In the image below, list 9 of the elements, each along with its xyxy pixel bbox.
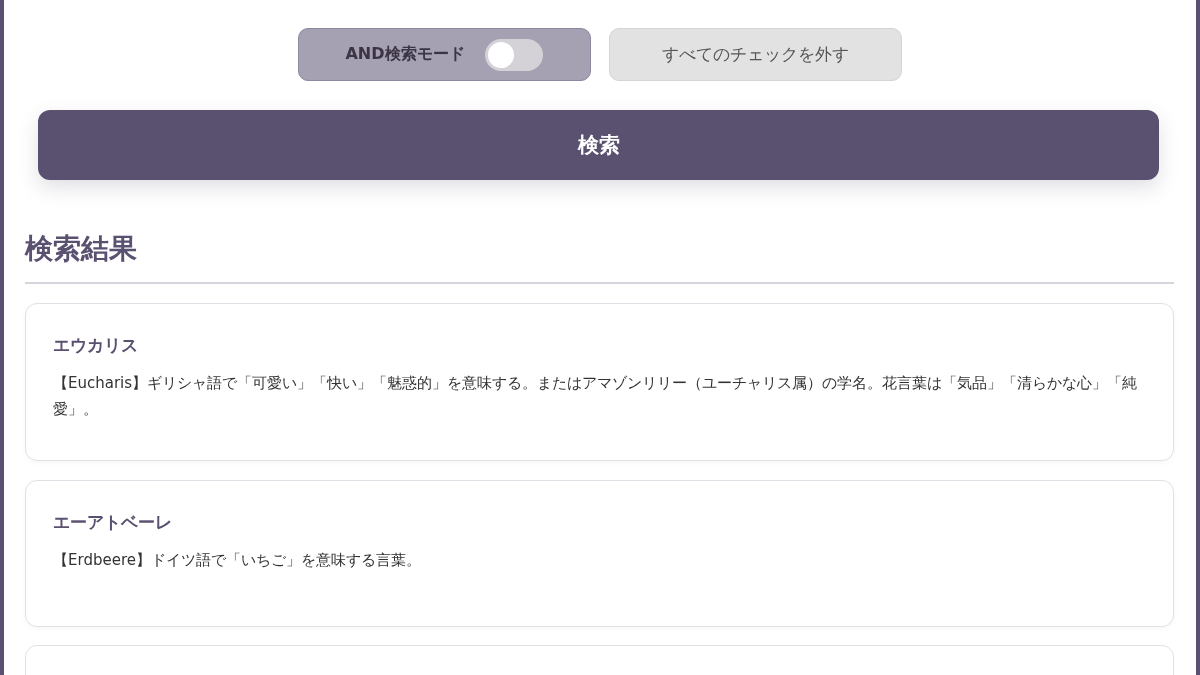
- and-mode-label: AND検索モード: [345, 44, 465, 65]
- uncheck-all-button[interactable]: すべてのチェックを外す: [608, 28, 902, 81]
- result-description: 【Eucharis】ギリシャ語で「可愛い」「快い」「魅惑的」を意味する。またはアマゾンリリー（ユーチャリス属）の学名。花言葉は「気品」「清らかな心」「純愛」。: [53, 373, 1139, 420]
- toggle-switch[interactable]: [484, 38, 543, 71]
- result-title: エウカリス: [53, 334, 139, 357]
- result-description: 【Erdbeere】ドイツ語で「いちご」を意味する言葉。: [53, 550, 422, 571]
- result-title: エーアトベーレ: [53, 511, 173, 534]
- search-button[interactable]: 検索: [38, 110, 1159, 180]
- results-heading: 検索結果: [25, 230, 1174, 284]
